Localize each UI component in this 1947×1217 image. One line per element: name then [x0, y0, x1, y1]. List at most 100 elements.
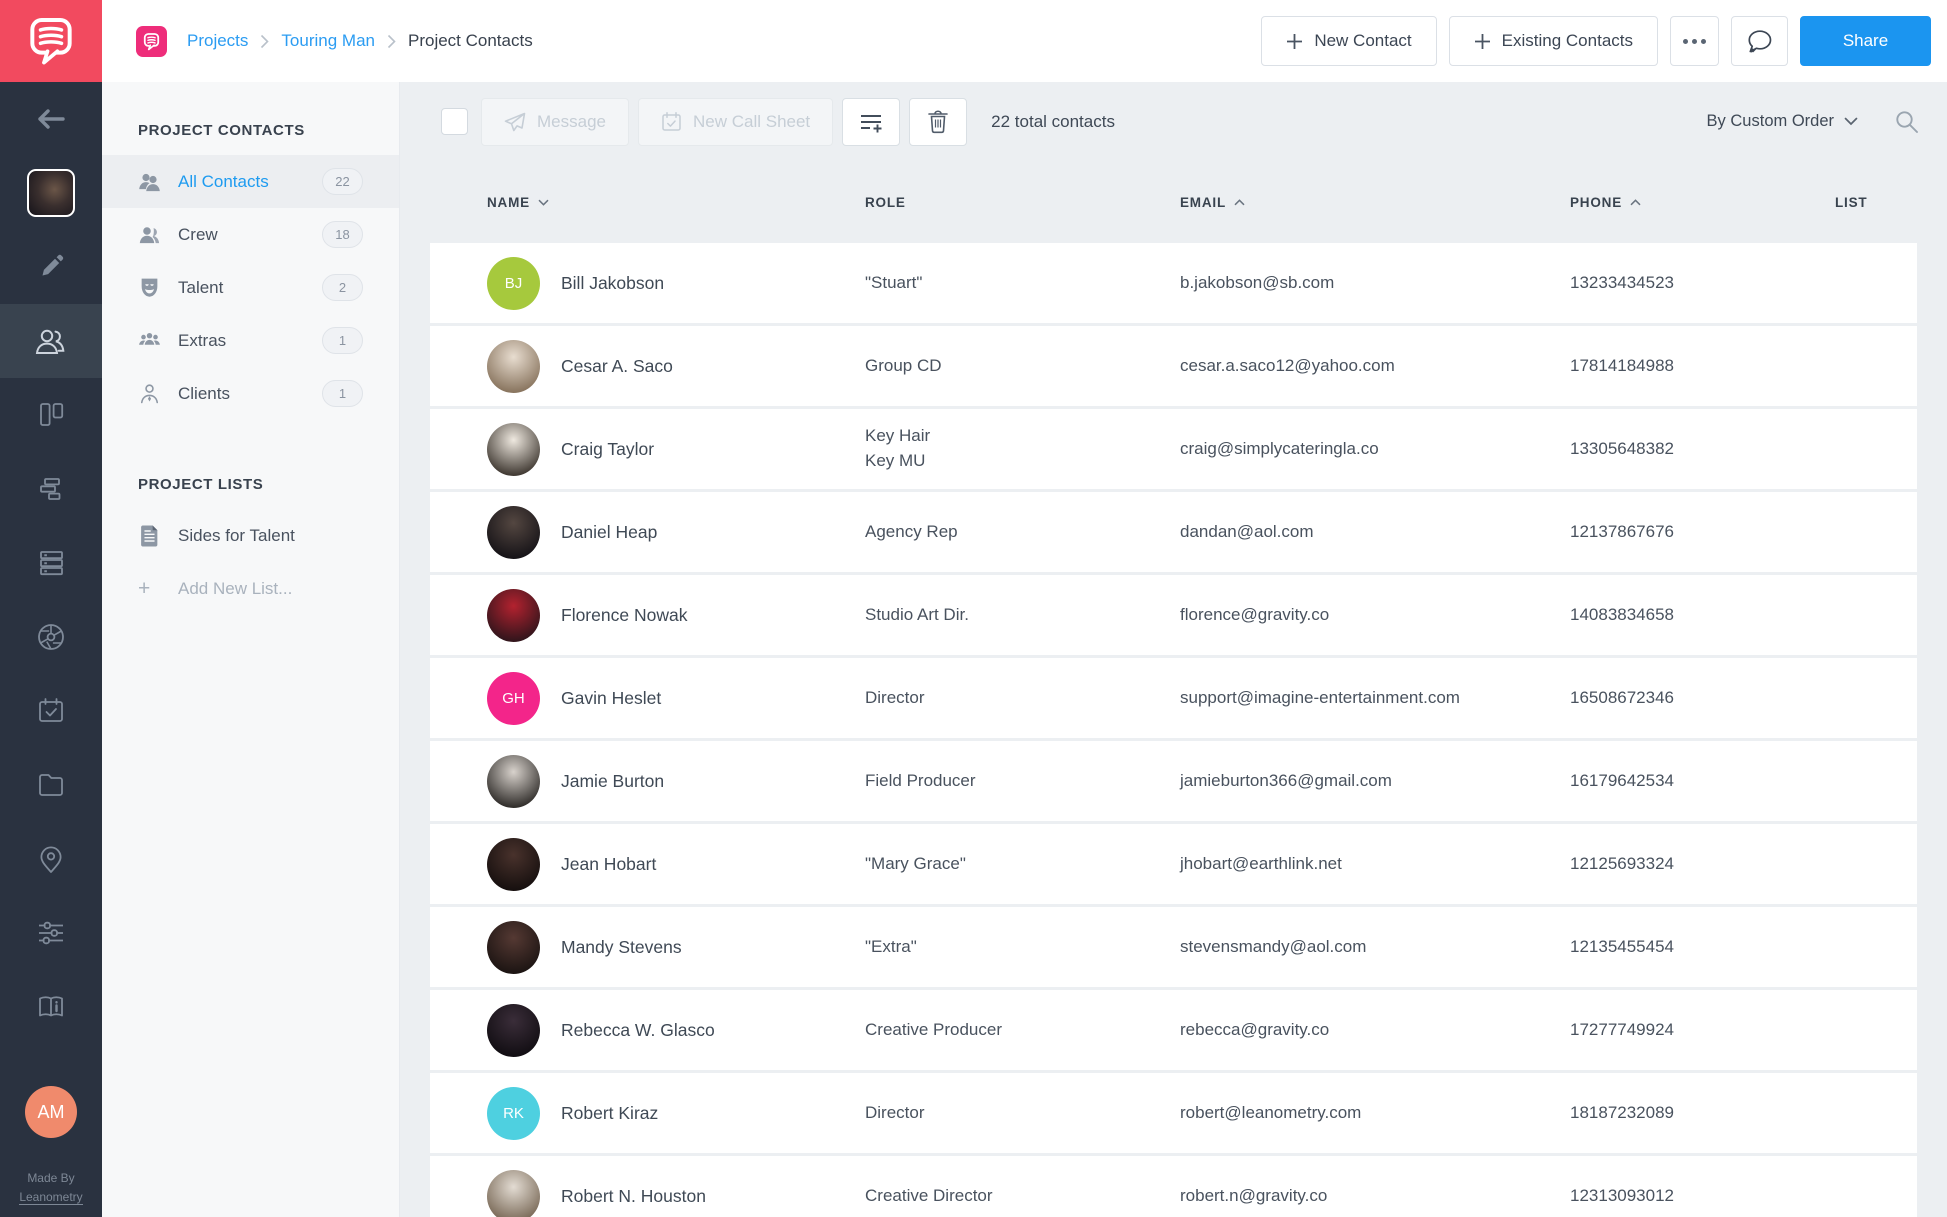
- avatar: [487, 588, 540, 642]
- existing-contacts-button[interactable]: Existing Contacts: [1448, 16, 1658, 66]
- contact-phone: 12125693324: [1570, 854, 1675, 873]
- edit-project-button[interactable]: [0, 230, 102, 304]
- plus-icon: [1287, 33, 1303, 49]
- table-row[interactable]: Daniel Heap Agency Rep dandan@aol.com 12…: [430, 492, 1917, 572]
- back-arrow-icon: [38, 109, 65, 129]
- breadcrumb-current-page: Project Contacts: [407, 31, 533, 50]
- delete-button[interactable]: [909, 97, 968, 146]
- table-row[interactable]: Florence Nowak Studio Art Dir. florence@…: [430, 575, 1917, 655]
- sidebar-item-crew[interactable]: Crew 18: [102, 208, 399, 261]
- app-logo[interactable]: [0, 0, 102, 82]
- select-all-checkbox[interactable]: [441, 108, 468, 135]
- more-options-button[interactable]: [1670, 16, 1719, 66]
- breadcrumb-separator-icon: [387, 34, 396, 49]
- header-actions: New Contact Existing Contacts Share: [1261, 16, 1931, 66]
- comments-button[interactable]: [1731, 16, 1788, 66]
- contact-name: Robert Kiraz: [561, 1102, 659, 1123]
- contact-email: dandan@aol.com: [1180, 522, 1314, 541]
- sort-desc-icon: [538, 199, 549, 206]
- contact-name: Robert N. Houston: [561, 1185, 706, 1206]
- project-thumbnail[interactable]: [0, 156, 102, 230]
- contact-email: robert@leanometry.com: [1180, 1103, 1362, 1122]
- rail-files-tab[interactable]: [0, 748, 102, 822]
- column-header-list[interactable]: LIST: [1835, 195, 1917, 210]
- rail-breakdown-tab[interactable]: [0, 526, 102, 600]
- gantt-bars-icon: [40, 478, 61, 500]
- contact-email: support@imagine-entertainment.com: [1180, 688, 1460, 707]
- contacts-table-header: NAME ROLE EMAIL PHONE LIST: [430, 161, 1917, 243]
- name-cell: BJ Bill Jakobson: [430, 256, 865, 310]
- rail-settings-tab[interactable]: [0, 896, 102, 970]
- sidebar-item-all-contacts[interactable]: All Contacts 22: [102, 155, 399, 208]
- contact-email: stevensmandy@aol.com: [1180, 937, 1367, 956]
- project-badge[interactable]: [136, 25, 167, 57]
- sidebar-item-talent[interactable]: Talent 2: [102, 261, 399, 314]
- sort-order-dropdown[interactable]: By Custom Order: [1707, 112, 1858, 131]
- extras-count-badge: 1: [322, 327, 363, 354]
- app-window: AM Made By Leanometry Projects Touring M…: [0, 0, 1947, 1217]
- contact-phone: 12135455454: [1570, 937, 1675, 956]
- avatar: BJ: [487, 256, 540, 310]
- clients-label: Clients: [178, 383, 230, 403]
- app-rail: AM Made By Leanometry: [0, 0, 102, 1217]
- breadcrumb-project-link[interactable]: Touring Man: [281, 31, 375, 51]
- list-column-label: LIST: [1835, 194, 1868, 210]
- table-row[interactable]: Rebecca W. Glasco Creative Producer rebe…: [430, 990, 1917, 1070]
- message-button[interactable]: Message: [481, 97, 629, 146]
- manage-lists-button[interactable]: [842, 97, 901, 146]
- phone-column-label: PHONE: [1570, 194, 1623, 210]
- contact-phone: 13305648382: [1570, 439, 1675, 458]
- new-call-sheet-button[interactable]: New Call Sheet: [637, 97, 834, 146]
- made-by-brand-link[interactable]: Leanometry: [19, 1189, 83, 1205]
- user-avatar[interactable]: AM: [25, 1086, 77, 1138]
- map-pin-icon: [40, 846, 62, 873]
- contact-email: cesar.a.saco12@yahoo.com: [1180, 356, 1395, 375]
- table-row[interactable]: Jean Hobart "Mary Grace" jhobart@earthli…: [430, 824, 1917, 904]
- contact-phone: 12313093012: [1570, 1186, 1675, 1205]
- breadcrumb-projects-link[interactable]: Projects: [187, 31, 248, 51]
- table-row[interactable]: GH Gavin Heslet Director support@imagine…: [430, 658, 1917, 738]
- contact-role: Director: [865, 687, 925, 707]
- chevron-down-icon: [1844, 117, 1858, 126]
- table-row[interactable]: BJ Bill Jakobson "Stuart" b.jakobson@sb.…: [430, 243, 1917, 323]
- column-header-phone[interactable]: PHONE: [1570, 195, 1835, 210]
- rail-locations-tab[interactable]: [0, 822, 102, 896]
- extras-label: Extras: [178, 330, 227, 350]
- contact-role: Director: [865, 1102, 925, 1122]
- rail-calendar-tab[interactable]: [0, 674, 102, 748]
- sidebar-item-clients[interactable]: Clients 1: [102, 367, 399, 420]
- back-button[interactable]: [0, 82, 102, 156]
- rail-shots-tab[interactable]: [0, 600, 102, 674]
- call-sheet-calendar-icon: [662, 112, 681, 131]
- table-row[interactable]: Cesar A. Saco Group CD cesar.a.saco12@ya…: [430, 326, 1917, 406]
- column-header-role[interactable]: ROLE: [865, 195, 1180, 210]
- add-new-list-button[interactable]: + Add New List...: [102, 562, 399, 615]
- new-contact-button[interactable]: New Contact: [1261, 16, 1437, 66]
- table-row[interactable]: RK Robert Kiraz Director robert@leanomet…: [430, 1073, 1917, 1153]
- sidebar-item-sides-for-talent[interactable]: Sides for Talent: [102, 509, 399, 562]
- column-header-name[interactable]: NAME: [430, 195, 865, 210]
- table-row[interactable]: Robert N. Houston Creative Director robe…: [430, 1156, 1917, 1217]
- column-header-email[interactable]: EMAIL: [1180, 195, 1570, 210]
- add-to-list-icon: [861, 114, 882, 132]
- rail-boards-tab[interactable]: [0, 378, 102, 452]
- breadcrumb: Projects Touring Man Project Contacts: [187, 31, 533, 51]
- table-row[interactable]: Jamie Burton Field Producer jamieburton3…: [430, 741, 1917, 821]
- rail-schedule-tab[interactable]: [0, 452, 102, 526]
- table-row[interactable]: Craig Taylor Key Hair Key MU craig@simpl…: [430, 409, 1917, 489]
- table-row[interactable]: Mandy Stevens "Extra" stevensmandy@aol.c…: [430, 907, 1917, 987]
- contact-phone: 16179642534: [1570, 771, 1675, 790]
- contacts-panel-title: PROJECT CONTACTS: [138, 122, 305, 139]
- share-button[interactable]: Share: [1800, 16, 1931, 66]
- rail-docs-tab[interactable]: [0, 970, 102, 1044]
- email-column-label: EMAIL: [1180, 194, 1226, 210]
- avatar: [487, 505, 540, 559]
- sidebar-item-extras[interactable]: Extras 1: [102, 314, 399, 367]
- contact-name: Daniel Heap: [561, 521, 658, 542]
- avatar-initials: RK: [503, 1104, 524, 1122]
- plus-icon: +: [138, 576, 151, 600]
- total-contacts-label: 22 total contacts: [991, 111, 1115, 131]
- rail-contacts-tab[interactable]: [0, 304, 102, 378]
- avatar: [487, 837, 540, 891]
- search-button[interactable]: [1894, 109, 1919, 134]
